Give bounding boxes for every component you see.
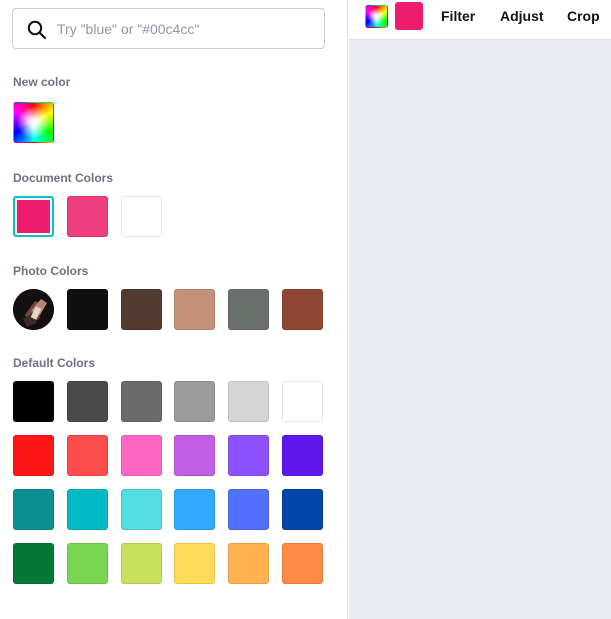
default-color-swatch[interactable] (282, 489, 323, 530)
color-search-input[interactable] (57, 9, 317, 48)
document-colors-heading: Document Colors (13, 171, 114, 185)
default-color-swatch[interactable] (13, 381, 54, 422)
design-canvas[interactable] (349, 40, 611, 619)
default-color-swatch[interactable] (67, 435, 108, 476)
default-colors-heading: Default Colors (13, 356, 96, 370)
default-color-swatch[interactable] (228, 381, 269, 422)
photo-thumbnail-image (13, 289, 54, 330)
photo-color-swatch[interactable] (121, 289, 162, 330)
default-color-swatch[interactable] (121, 489, 162, 530)
color-search-box[interactable] (12, 8, 325, 49)
default-color-swatch[interactable] (174, 435, 215, 476)
default-color-swatch[interactable] (228, 543, 269, 584)
photo-thumbnail[interactable] (13, 289, 54, 330)
new-color-picker-button[interactable] (13, 102, 54, 143)
default-color-swatch[interactable] (67, 543, 108, 584)
photo-color-swatch[interactable] (228, 289, 269, 330)
search-icon (27, 20, 47, 40)
default-color-swatch[interactable] (121, 381, 162, 422)
default-color-swatch[interactable] (174, 381, 215, 422)
filter-button[interactable]: Filter (441, 8, 475, 24)
document-color-swatch[interactable] (121, 196, 162, 237)
default-color-swatch[interactable] (174, 489, 215, 530)
photo-color-swatch[interactable] (67, 289, 108, 330)
photo-colors-heading: Photo Colors (13, 264, 89, 278)
document-color-swatch[interactable] (67, 196, 108, 237)
document-color-swatch[interactable] (13, 196, 54, 237)
crop-button[interactable]: Crop (567, 8, 600, 24)
photo-color-swatch[interactable] (282, 289, 323, 330)
default-color-swatch[interactable] (13, 543, 54, 584)
adjust-button[interactable]: Adjust (500, 8, 544, 24)
color-panel: New color Document Colors Photo Colors D… (0, 0, 348, 619)
default-color-swatch[interactable] (282, 435, 323, 476)
default-color-swatch[interactable] (228, 489, 269, 530)
default-color-swatch[interactable] (282, 381, 323, 422)
color-picker-rainbow-button[interactable] (365, 5, 388, 28)
current-color-swatch[interactable] (395, 2, 423, 30)
editor-toolbar: Filter Adjust Crop (349, 0, 611, 40)
new-color-heading: New color (13, 75, 71, 89)
default-color-swatch[interactable] (121, 435, 162, 476)
photo-color-swatch[interactable] (174, 289, 215, 330)
default-color-swatch[interactable] (121, 543, 162, 584)
default-color-swatch[interactable] (174, 543, 215, 584)
default-color-swatch[interactable] (67, 381, 108, 422)
default-color-swatch[interactable] (67, 489, 108, 530)
default-color-swatch[interactable] (282, 543, 323, 584)
default-color-swatch[interactable] (13, 435, 54, 476)
default-color-swatch[interactable] (13, 489, 54, 530)
default-color-swatch[interactable] (228, 435, 269, 476)
